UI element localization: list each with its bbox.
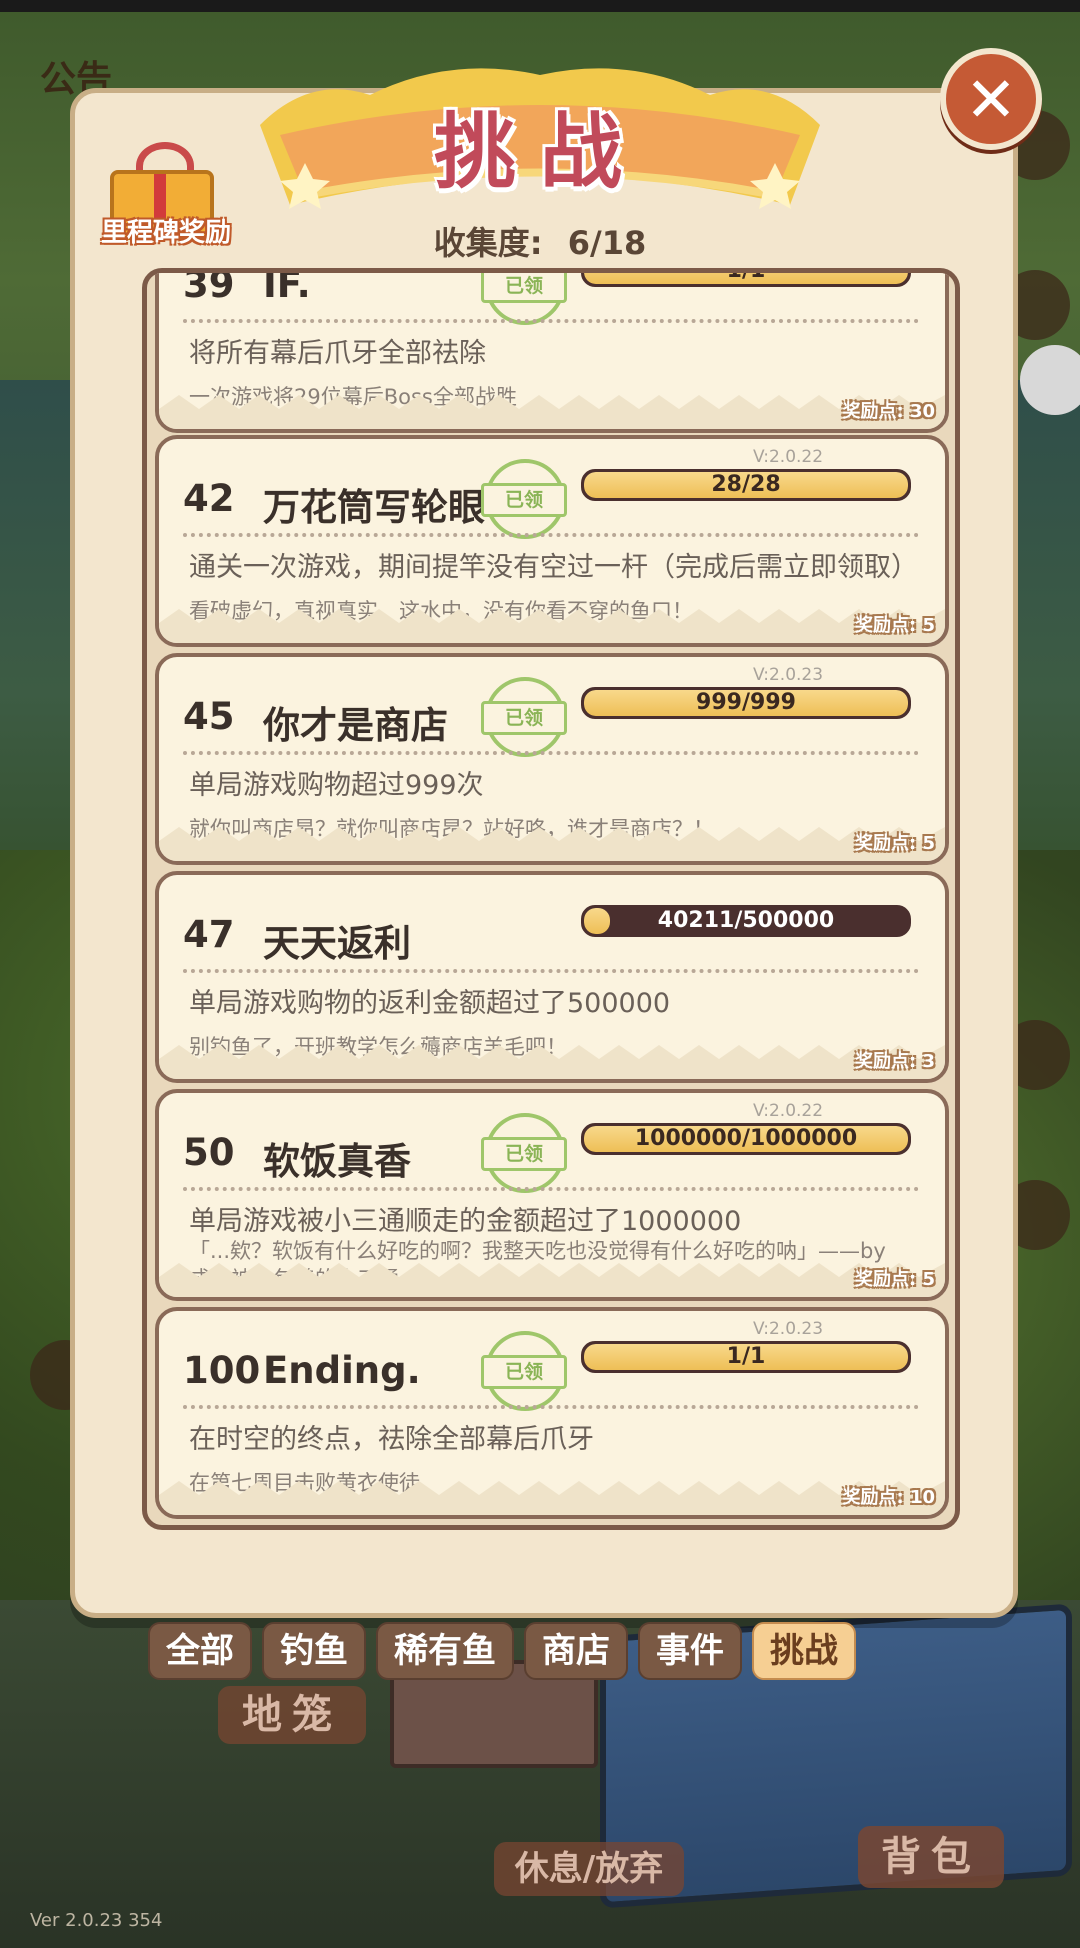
- achievement-card[interactable]: V:2.0.23 45 你才是商店 已领 999/999 单局游戏购物超过999…: [155, 653, 949, 865]
- collection-progress: 收集度: 6/18: [0, 218, 1080, 264]
- progress-text: 1000000/1000000: [634, 1126, 858, 1151]
- collection-value: 6/18: [567, 224, 647, 262]
- card-zigzag: [159, 1263, 945, 1297]
- achievement-number: 47: [183, 913, 235, 956]
- progress-text: 1/1: [726, 268, 766, 283]
- achievement-name: 软饭真香: [263, 1140, 411, 1183]
- progress-text: 40211/500000: [657, 908, 835, 933]
- claimed-stamp-icon: 已领: [481, 1109, 567, 1195]
- tab-shop[interactable]: 商店: [524, 1622, 628, 1680]
- achievement-name: Ending.: [263, 1349, 421, 1392]
- achievement-card[interactable]: V:2.0.22 50 软饭真香 已领 1000000/1000000 单局游戏…: [155, 1089, 949, 1301]
- progress-bar: 1/1: [581, 268, 911, 287]
- achievement-description: 单局游戏被小三通顺走的金额超过了1000000: [189, 1206, 742, 1237]
- tab-challenge[interactable]: 挑战: [752, 1622, 856, 1680]
- close-button[interactable]: ✕: [940, 48, 1042, 150]
- card-zigzag: [159, 1045, 945, 1079]
- progress-text: 999/999: [696, 690, 796, 715]
- cage-button[interactable]: 地笼: [218, 1686, 366, 1744]
- page-title: 挑战: [433, 105, 646, 200]
- divider: [183, 533, 919, 537]
- reward-points: 奖励点: 3: [855, 1051, 935, 1072]
- achievement-name: 万花筒写轮眼: [263, 486, 485, 529]
- achievement-name: 你才是商店: [263, 704, 448, 747]
- tab-fishing[interactable]: 钓鱼: [262, 1622, 366, 1680]
- tab-rare-fish[interactable]: 稀有鱼: [376, 1622, 514, 1680]
- version-tag: V:2.0.22: [753, 1101, 824, 1121]
- achievement-description: 将所有幕后爪牙全部祛除: [189, 338, 486, 369]
- achievement-name: 天天返利: [263, 922, 411, 965]
- progress-bar: 1000000/1000000: [581, 1123, 911, 1155]
- reward-points: 奖励点: 5: [855, 1269, 935, 1290]
- divider: [183, 1187, 919, 1191]
- version-tag: V:2.0.22: [753, 447, 824, 467]
- claimed-stamp-label: 已领: [481, 483, 567, 517]
- achievement-number: 50: [183, 1131, 235, 1174]
- progress-text: 28/28: [711, 472, 781, 497]
- reward-points: 奖励点: 5: [855, 615, 935, 636]
- card-zigzag: [159, 395, 945, 429]
- tab-events[interactable]: 事件: [638, 1622, 742, 1680]
- reward-points: 奖励点: 10: [842, 1487, 935, 1508]
- bg-top-bar: [0, 0, 1080, 12]
- progress-bar: 28/28: [581, 469, 911, 501]
- claimed-stamp-icon: 已领: [481, 1327, 567, 1413]
- version-tag: V:2.0.23: [753, 665, 824, 685]
- achievement-number: 100: [183, 1349, 261, 1392]
- category-tabs: 全部 钓鱼 稀有鱼 商店 事件 挑战: [148, 1622, 856, 1680]
- card-zigzag: [159, 1481, 945, 1515]
- divider: [183, 1405, 919, 1409]
- achievement-name: IF.: [263, 268, 311, 306]
- progress-bar: 999/999: [581, 687, 911, 719]
- achievement-card[interactable]: V:2.0.23 100 Ending. 已领 1/1 在时空的终点，祛除全部幕…: [155, 1307, 949, 1519]
- achievement-number: 39: [183, 268, 235, 306]
- progress-text: 1/1: [726, 1344, 766, 1369]
- progress-bar: 1/1: [581, 1341, 911, 1373]
- achievement-description: 通关一次游戏，期间提竿没有空过一杆（完成后需立即领取）: [189, 552, 918, 583]
- title-ribbon: 挑战: [250, 55, 830, 215]
- achievement-number: 45: [183, 695, 235, 738]
- achievement-number: 42: [183, 477, 235, 520]
- version-label: Ver 2.0.23 354: [30, 1910, 163, 1931]
- claimed-stamp-icon: 已领: [481, 455, 567, 541]
- rest-give-up-button[interactable]: 休息/放弃: [494, 1842, 684, 1896]
- claimed-stamp-label: 已领: [481, 701, 567, 735]
- divider: [183, 969, 919, 973]
- version-tag: V:2.0.23: [753, 1319, 824, 1339]
- divider: [183, 319, 919, 323]
- achievement-description: 单局游戏购物的返利金额超过了500000: [189, 988, 671, 1019]
- progress-bar: 40211/500000: [581, 905, 911, 937]
- achievement-description: 单局游戏购物超过999次: [189, 770, 484, 801]
- achievement-description: 在时空的终点，祛除全部幕后爪牙: [189, 1424, 594, 1455]
- reward-points: 奖励点: 30: [842, 401, 935, 422]
- backpack-button[interactable]: 背包: [858, 1826, 1004, 1888]
- claimed-stamp-label: 已领: [481, 273, 567, 303]
- achievement-list[interactable]: 39 IF. 已领 1/1 将所有幕后爪牙全部祛除 一次游戏将29位幕后Boss…: [142, 268, 960, 1530]
- achievement-card[interactable]: 47 天天返利 40211/500000 单局游戏购物的返利金额超过了50000…: [155, 871, 949, 1083]
- achievement-card[interactable]: 39 IF. 已领 1/1 将所有幕后爪牙全部祛除 一次游戏将29位幕后Boss…: [155, 268, 949, 433]
- card-zigzag: [159, 827, 945, 861]
- claimed-stamp-label: 已领: [481, 1355, 567, 1389]
- divider: [183, 751, 919, 755]
- claimed-stamp-icon: 已领: [481, 673, 567, 759]
- achievement-card[interactable]: V:2.0.22 42 万花筒写轮眼 已领 28/28 通关一次游戏，期间提竿没…: [155, 435, 949, 647]
- tab-all[interactable]: 全部: [148, 1622, 252, 1680]
- reward-points: 奖励点: 5: [855, 833, 935, 854]
- collection-label: 收集度:: [433, 224, 543, 262]
- card-zigzag: [159, 609, 945, 643]
- claimed-stamp-label: 已领: [481, 1137, 567, 1171]
